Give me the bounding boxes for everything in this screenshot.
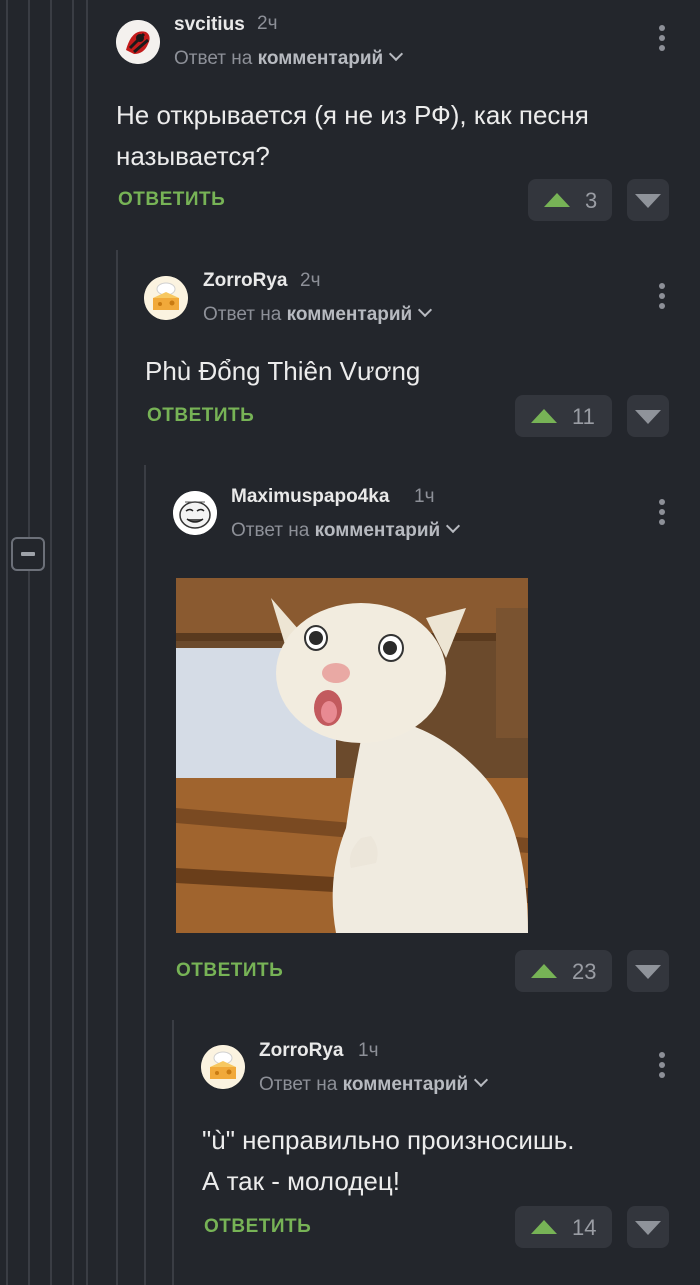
arrow-up-icon bbox=[544, 193, 570, 207]
upvote-button[interactable]: 14 bbox=[515, 1206, 612, 1248]
reply-to-target: комментарий bbox=[342, 1074, 469, 1095]
comment-time: 2ч bbox=[257, 13, 278, 34]
reply-button[interactable]: ОТВЕТИТЬ bbox=[204, 1216, 311, 1238]
chevron-down-icon bbox=[389, 46, 404, 62]
thread-line bbox=[86, 0, 88, 1285]
comment-author[interactable]: Maximuspapo4ka bbox=[231, 486, 389, 508]
reply-button[interactable]: ОТВЕТИТЬ bbox=[147, 405, 254, 427]
thread-line bbox=[116, 250, 118, 1285]
vote-count: 14 bbox=[572, 1215, 597, 1240]
reply-to-prefix: Ответ на bbox=[259, 1074, 338, 1095]
downvote-button[interactable] bbox=[627, 1206, 669, 1248]
more-options-icon[interactable] bbox=[652, 283, 672, 311]
thread-line bbox=[72, 0, 74, 1285]
more-options-icon[interactable] bbox=[652, 499, 672, 527]
meme-face-avatar-icon[interactable] bbox=[173, 491, 217, 535]
chevron-down-icon bbox=[418, 302, 433, 318]
comment-text: Phù Đổng Thiên Vương bbox=[145, 356, 421, 386]
comment-text: Не открывается (я не из РФ), как песня н… bbox=[116, 100, 589, 171]
upvote-button[interactable]: 23 bbox=[515, 950, 612, 992]
thread-line bbox=[144, 465, 146, 1285]
cheese-chef-avatar-icon[interactable] bbox=[144, 276, 188, 320]
vote-count: 23 bbox=[572, 959, 597, 984]
comment-author[interactable]: svcitius bbox=[174, 14, 245, 36]
reply-to-link[interactable]: Ответ на комментарий bbox=[231, 518, 461, 542]
reply-to-link[interactable]: Ответ на комментарий bbox=[203, 302, 433, 326]
reply-to-link[interactable]: Ответ на комментарий bbox=[174, 46, 404, 70]
arrow-up-icon bbox=[531, 964, 557, 978]
reply-to-target: комментарий bbox=[286, 304, 413, 325]
downvote-button[interactable] bbox=[627, 179, 669, 221]
vote-count: 11 bbox=[572, 404, 595, 429]
thread-line bbox=[172, 1020, 174, 1285]
comment-text: "ù" неправильно произносишь. А так - мол… bbox=[202, 1120, 672, 1202]
more-options-icon[interactable] bbox=[652, 1052, 672, 1080]
thread-line bbox=[50, 0, 52, 1285]
comment-time: 1ч bbox=[414, 486, 435, 507]
chevron-down-icon bbox=[446, 518, 461, 534]
samurai-avatar-icon[interactable] bbox=[116, 20, 160, 64]
reply-to-target: комментарий bbox=[257, 48, 384, 69]
upvote-button[interactable]: 11 bbox=[515, 395, 612, 437]
comment-author[interactable]: ZorroRya bbox=[203, 270, 287, 292]
thread-line bbox=[28, 0, 30, 1285]
vote-count: 3 bbox=[585, 188, 598, 213]
coughing-cat-photo[interactable] bbox=[176, 578, 528, 933]
upvote-button[interactable]: 3 bbox=[528, 179, 612, 221]
arrow-up-icon bbox=[531, 1220, 557, 1234]
reply-to-prefix: Ответ на bbox=[203, 304, 282, 325]
reply-to-prefix: Ответ на bbox=[174, 48, 253, 69]
more-options-icon[interactable] bbox=[652, 25, 672, 53]
reply-to-target: комментарий bbox=[314, 520, 441, 541]
downvote-button[interactable] bbox=[627, 950, 669, 992]
chevron-down-icon bbox=[474, 1072, 489, 1088]
thread-line bbox=[6, 0, 8, 1285]
comment-time: 2ч bbox=[300, 270, 321, 291]
reply-to-prefix: Ответ на bbox=[231, 520, 310, 541]
collapse-thread-button[interactable] bbox=[11, 537, 45, 571]
cheese-chef-avatar-icon[interactable] bbox=[201, 1045, 245, 1089]
comment-text-line: "ù" неправильно произносишь. bbox=[202, 1125, 575, 1155]
reply-button[interactable]: ОТВЕТИТЬ bbox=[118, 189, 225, 211]
reply-to-link[interactable]: Ответ на комментарий bbox=[259, 1072, 489, 1096]
arrow-up-icon bbox=[531, 409, 557, 423]
downvote-button[interactable] bbox=[627, 395, 669, 437]
reply-button[interactable]: ОТВЕТИТЬ bbox=[176, 960, 283, 982]
comment-text-line: А так - молодец! bbox=[202, 1166, 400, 1196]
comment-author[interactable]: ZorroRya bbox=[259, 1040, 343, 1062]
comment-time: 1ч bbox=[358, 1040, 379, 1061]
